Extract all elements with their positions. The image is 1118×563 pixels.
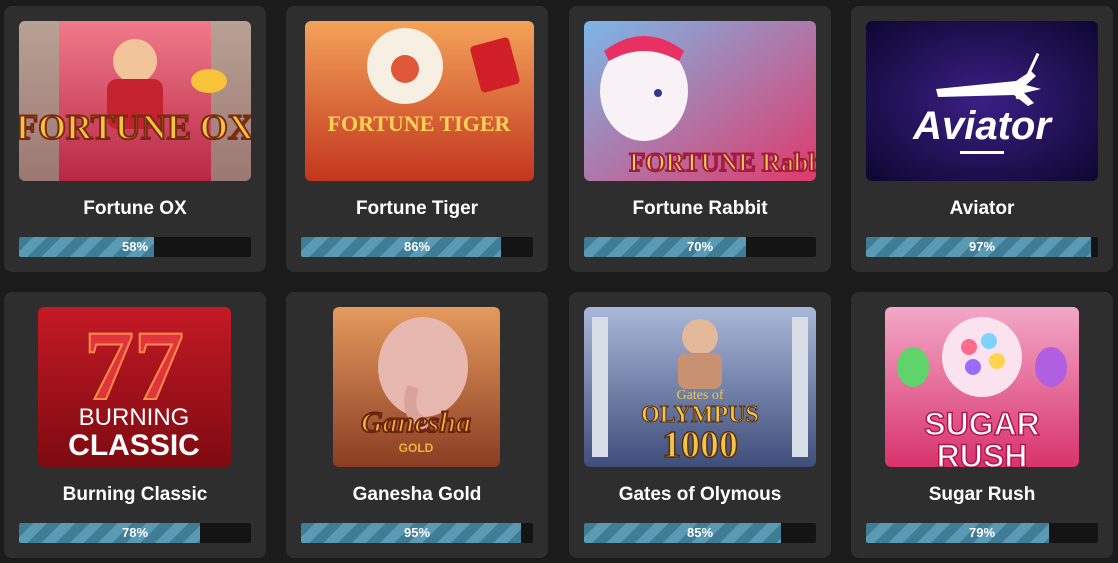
sugar-rush-artwork: SUGAR RUSH [885,307,1079,467]
fortune-rabbit-logo-text: FORTUNE Rabbit [629,148,816,177]
game-title: Aviator [949,198,1015,219]
game-thumbnail-aviator[interactable]: Aviator [866,21,1098,181]
game-card-fortune-ox[interactable]: FORTUNE OX Fortune OX 58% [4,6,266,272]
game-thumbnail-fortune-ox[interactable]: FORTUNE OX [19,21,251,181]
progress-label: 95% [403,525,431,540]
burning-classic-artwork: 77 BURNING CLASSIC [38,307,231,467]
game-card-ganesha-gold[interactable]: Ganesha GOLD Ganesha Gold 95% [286,292,548,558]
progress-bar: 58% [19,237,251,257]
progress-label: 70% [686,239,714,254]
progress-label: 85% [686,525,714,540]
progress-label: 78% [121,525,149,540]
game-thumbnail-fortune-rabbit[interactable]: FORTUNE Rabbit [584,21,816,181]
aviator-logo-text: Aviator [912,104,1053,148]
rush-logo-text: RUSH [937,438,1028,467]
ganesha-gold-artwork: Ganesha GOLD [333,307,500,467]
game-title: Fortune Rabbit [632,198,768,219]
game-title: Sugar Rush [928,484,1036,505]
gold-logo-text: GOLD [399,441,434,455]
progress-bar: 79% [866,523,1098,543]
game-title: Fortune OX [83,198,187,219]
fortune-tiger-logo-text: FORTUNE TIGER [328,111,512,136]
progress-bar: 78% [19,523,251,543]
fortune-tiger-artwork: FORTUNE TIGER [305,21,534,181]
ganesha-logo-text: Ganesha [361,406,471,439]
sugar-logo-text: SUGAR [924,406,1040,442]
game-card-burning-classic[interactable]: 77 BURNING CLASSIC Burning Classic 78% [4,292,266,558]
fortune-rabbit-artwork: FORTUNE Rabbit [584,21,816,181]
progress-label: 58% [121,239,149,254]
game-card-sugar-rush[interactable]: SUGAR RUSH Sugar Rush 79% [851,292,1113,558]
game-thumbnail-gates-of-olympus[interactable]: Gates of OLYMPUS 1000 [584,307,816,467]
game-title: Fortune Tiger [355,198,479,219]
game-card-fortune-tiger[interactable]: FORTUNE TIGER Fortune Tiger 86% [286,6,548,272]
progress-label: 86% [403,239,431,254]
progress-bar: 86% [301,237,533,257]
classic-logo-text: CLASSIC [68,429,200,462]
progress-bar: 97% [866,237,1098,257]
gates-of-olympus-artwork: Gates of OLYMPUS 1000 [584,307,816,467]
game-title: Ganesha Gold [352,484,482,505]
game-thumbnail-burning-classic[interactable]: 77 BURNING CLASSIC [38,307,231,467]
progress-label: 97% [968,239,996,254]
burning-logo-text: BURNING [79,404,190,431]
progress-label: 79% [968,525,996,540]
game-thumbnail-sugar-rush[interactable]: SUGAR RUSH [885,307,1079,467]
thousand-logo-text: 1000 [662,424,738,466]
game-thumbnail-ganesha-gold[interactable]: Ganesha GOLD [333,307,500,467]
game-title: Burning Classic [62,484,208,505]
fortune-ox-artwork: FORTUNE OX [19,21,251,181]
game-title: Gates of Olymous [618,484,782,505]
progress-bar: 70% [584,237,816,257]
game-card-gates-of-olymous[interactable]: Gates of OLYMPUS 1000 Gates of Olymous 8… [569,292,831,558]
progress-bar: 95% [301,523,533,543]
game-thumbnail-fortune-tiger[interactable]: FORTUNE TIGER [305,21,534,181]
progress-bar: 85% [584,523,816,543]
game-card-fortune-rabbit[interactable]: FORTUNE Rabbit Fortune Rabbit 70% [569,6,831,272]
gates-of-logo-text: Gates of [676,388,723,403]
aviator-artwork: Aviator [866,21,1098,181]
fortune-ox-logo-text: FORTUNE OX [19,107,251,147]
game-card-aviator[interactable]: Aviator Aviator 97% [851,6,1113,272]
